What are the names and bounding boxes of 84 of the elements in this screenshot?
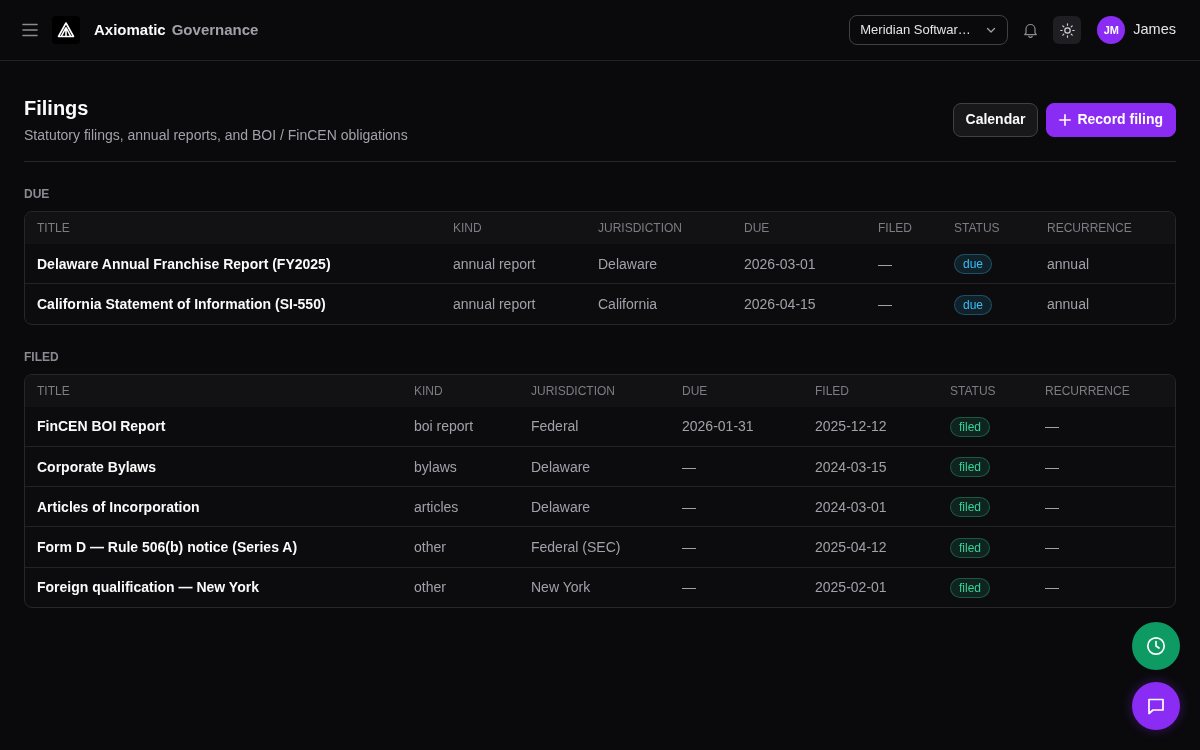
table-cell: 2026-01-31 (670, 406, 803, 447)
table-cell: New York (519, 567, 670, 608)
table-cell: Delaware (586, 244, 732, 284)
table-cell: — (670, 567, 803, 608)
page-title: Filings (24, 96, 90, 121)
table-cell: annual (1035, 283, 1175, 324)
sun-icon (1059, 22, 1075, 38)
chat-button[interactable] (1132, 682, 1180, 730)
table-cell: Federal (SEC) (519, 527, 670, 568)
table-cell: Delaware (519, 446, 670, 487)
user-avatar[interactable]: JM (1097, 16, 1126, 44)
column-header: KIND (441, 212, 586, 244)
table-cell: Federal (519, 406, 670, 447)
column-header: RECURRENCE (1035, 212, 1175, 244)
organization-select[interactable]: Meridian Softwar… (849, 15, 1009, 45)
table-cell: articles (402, 486, 519, 527)
table-cell: annual report (441, 283, 586, 324)
brand-name: Axiomatic (94, 19, 166, 40)
table-cell: Articles of Incorporation (25, 486, 402, 527)
table-cell: other (402, 567, 519, 608)
table-cell: — (1033, 446, 1175, 487)
table-cell: Delaware Annual Franchise Report (FY2025) (25, 244, 441, 284)
table-cell: 2025-12-12 (803, 406, 938, 447)
product-name: Governance (171, 19, 259, 40)
column-header: FILED (866, 212, 942, 244)
table-cell: California Statement of Information (SI-550) (25, 283, 441, 324)
column-header: STATUS (938, 374, 1033, 407)
column-header: TITLE (25, 212, 441, 244)
table-cell: 2026-04-15 (732, 283, 866, 324)
status-tag: due (954, 294, 993, 315)
table-cell: 2024-03-01 (803, 486, 938, 527)
primary-button[interactable]: Record filing (1046, 102, 1176, 137)
section-label: FILED (24, 348, 60, 365)
table-cell: 2025-02-01 (803, 567, 938, 608)
table-cell: bylaws (402, 446, 519, 487)
table-cell: other (402, 527, 519, 568)
column-header: TITLE (25, 374, 402, 407)
table-cell: FinCEN BOI Report (25, 406, 402, 447)
status-tag: filed (950, 497, 990, 518)
plus-icon (1059, 113, 1072, 126)
column-header: FILED (803, 374, 938, 407)
column-header: STATUS (942, 212, 1035, 244)
table-cell: Delaware (519, 486, 670, 527)
theme-toggle-button[interactable] (1053, 16, 1082, 44)
table-cell: Corporate Bylaws (25, 446, 402, 487)
logo-icon[interactable] (52, 16, 80, 44)
table-cell: — (866, 244, 942, 284)
column-header: DUE (732, 212, 866, 244)
table-cell: — (1033, 567, 1175, 608)
table-cell: Foreign qualification — New York (25, 567, 402, 608)
status-tag: filed (950, 457, 990, 478)
table-cell: 2025-04-12 (803, 527, 938, 568)
table-cell: — (670, 446, 803, 487)
table-cell: 2026-03-01 (732, 244, 866, 284)
section-label: DUE (24, 186, 51, 202)
column-header: RECURRENCE (1033, 374, 1175, 407)
column-header: DUE (670, 374, 803, 407)
table-cell: annual (1035, 244, 1175, 284)
status-tag: filed (950, 578, 990, 599)
table-cell: California (586, 283, 732, 324)
table-cell: Form D — Rule 506(b) notice (Series A) (25, 527, 402, 568)
column-header: JURISDICTION (519, 374, 670, 407)
menu-icon[interactable] (22, 23, 38, 37)
chat-bubble-icon (1146, 696, 1166, 716)
clock-icon (1146, 636, 1166, 656)
page-subtitle: Statutory filings, annual reports, and BOI / FinCEN obligations (24, 126, 408, 145)
bell-icon[interactable] (1023, 22, 1039, 38)
user-name[interactable]: James (1133, 19, 1176, 41)
status-tag: filed (950, 416, 990, 437)
table-cell: annual report (441, 244, 586, 284)
table-cell: — (1033, 406, 1175, 447)
secondary-button[interactable]: Calendar (952, 102, 1039, 137)
status-tag: filed (950, 537, 990, 558)
table-cell: — (1033, 486, 1175, 527)
table-cell: boi report (402, 406, 519, 447)
table-cell: — (670, 486, 803, 527)
table-cell: — (670, 527, 803, 568)
status-tag: due (954, 254, 993, 275)
table-cell: — (866, 283, 942, 324)
column-header: KIND (402, 374, 519, 407)
table-cell: 2024-03-15 (803, 446, 938, 487)
table-cell: — (1033, 527, 1175, 568)
clock-button[interactable] (1132, 622, 1180, 670)
column-header: JURISDICTION (586, 212, 732, 244)
